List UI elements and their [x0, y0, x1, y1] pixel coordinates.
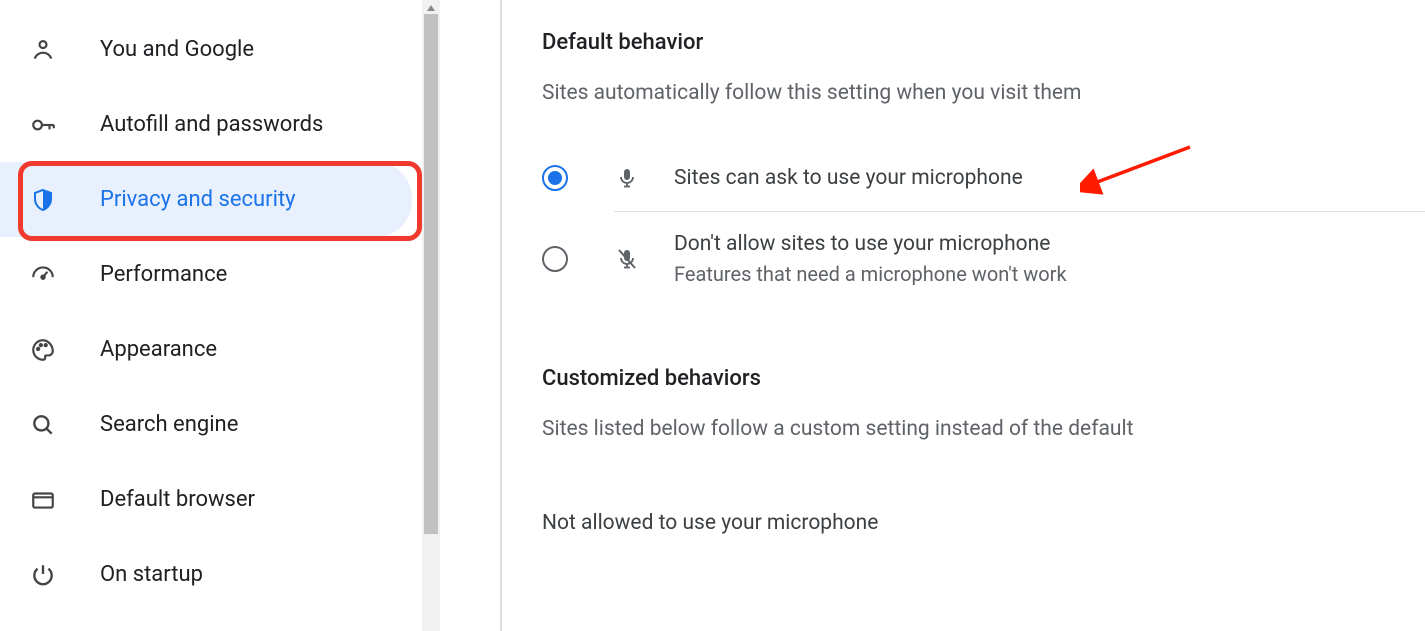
sidebar-item-default-browser[interactable]: Default browser — [0, 462, 412, 537]
search-icon — [30, 412, 56, 438]
radio-option-block-sublabel: Features that need a microphone won't wo… — [674, 262, 1067, 286]
sidebar-item-you-and-google[interactable]: You and Google — [0, 12, 412, 87]
sidebar-item-privacy-security[interactable]: Privacy and security — [0, 162, 412, 237]
sidebar-item-label: Appearance — [100, 337, 217, 362]
main-content: Default behavior Sites automatically fol… — [502, 0, 1425, 631]
sidebar-item-label: You and Google — [100, 37, 254, 62]
sidebar-item-label: Performance — [100, 262, 227, 287]
radio-option-ask[interactable]: Sites can ask to use your microphone — [542, 145, 1425, 211]
sidebar-item-performance[interactable]: Performance — [0, 237, 412, 312]
radio-option-block-label: Don't allow sites to use your microphone — [674, 232, 1067, 256]
microphone-icon — [614, 165, 640, 191]
browser-icon — [30, 487, 56, 513]
person-icon — [30, 37, 56, 63]
sidebar-item-search-engine[interactable]: Search engine — [0, 387, 412, 462]
sidebar-item-label: On startup — [100, 562, 203, 587]
default-behavior-heading: Default behavior — [542, 30, 1425, 55]
power-icon — [30, 562, 56, 588]
sidebar-scrollbar[interactable] — [422, 0, 440, 631]
default-behavior-desc: Sites automatically follow this setting … — [542, 81, 1425, 105]
sidebar-item-autofill[interactable]: Autofill and passwords — [0, 87, 412, 162]
settings-sidebar: You and Google Autofill and passwords Pr… — [0, 0, 422, 631]
radio-button-selected[interactable] — [542, 165, 568, 191]
microphone-off-icon — [614, 246, 640, 272]
customized-behaviors-heading: Customized behaviors — [542, 366, 1425, 391]
speedometer-icon — [30, 262, 56, 288]
shield-icon — [30, 187, 56, 213]
radio-option-ask-label: Sites can ask to use your microphone — [674, 166, 1023, 190]
sidebar-item-label: Search engine — [100, 412, 238, 437]
sidebar-item-appearance[interactable]: Appearance — [0, 312, 412, 387]
sidebar-item-label: Privacy and security — [100, 187, 296, 212]
sidebar-item-on-startup[interactable]: On startup — [0, 537, 412, 612]
customized-behaviors-desc: Sites listed below follow a custom setti… — [542, 417, 1425, 441]
sidebar-item-label: Autofill and passwords — [100, 112, 323, 137]
scrollbar-thumb[interactable] — [424, 14, 438, 534]
radio-button-unselected[interactable] — [542, 246, 568, 272]
scroll-up-arrow-icon[interactable] — [422, 2, 440, 14]
key-icon — [30, 112, 56, 138]
not-allowed-heading: Not allowed to use your microphone — [542, 511, 1425, 535]
palette-icon — [30, 337, 56, 363]
sidebar-item-label: Default browser — [100, 487, 255, 512]
radio-option-block[interactable]: Don't allow sites to use your microphone… — [614, 211, 1425, 306]
